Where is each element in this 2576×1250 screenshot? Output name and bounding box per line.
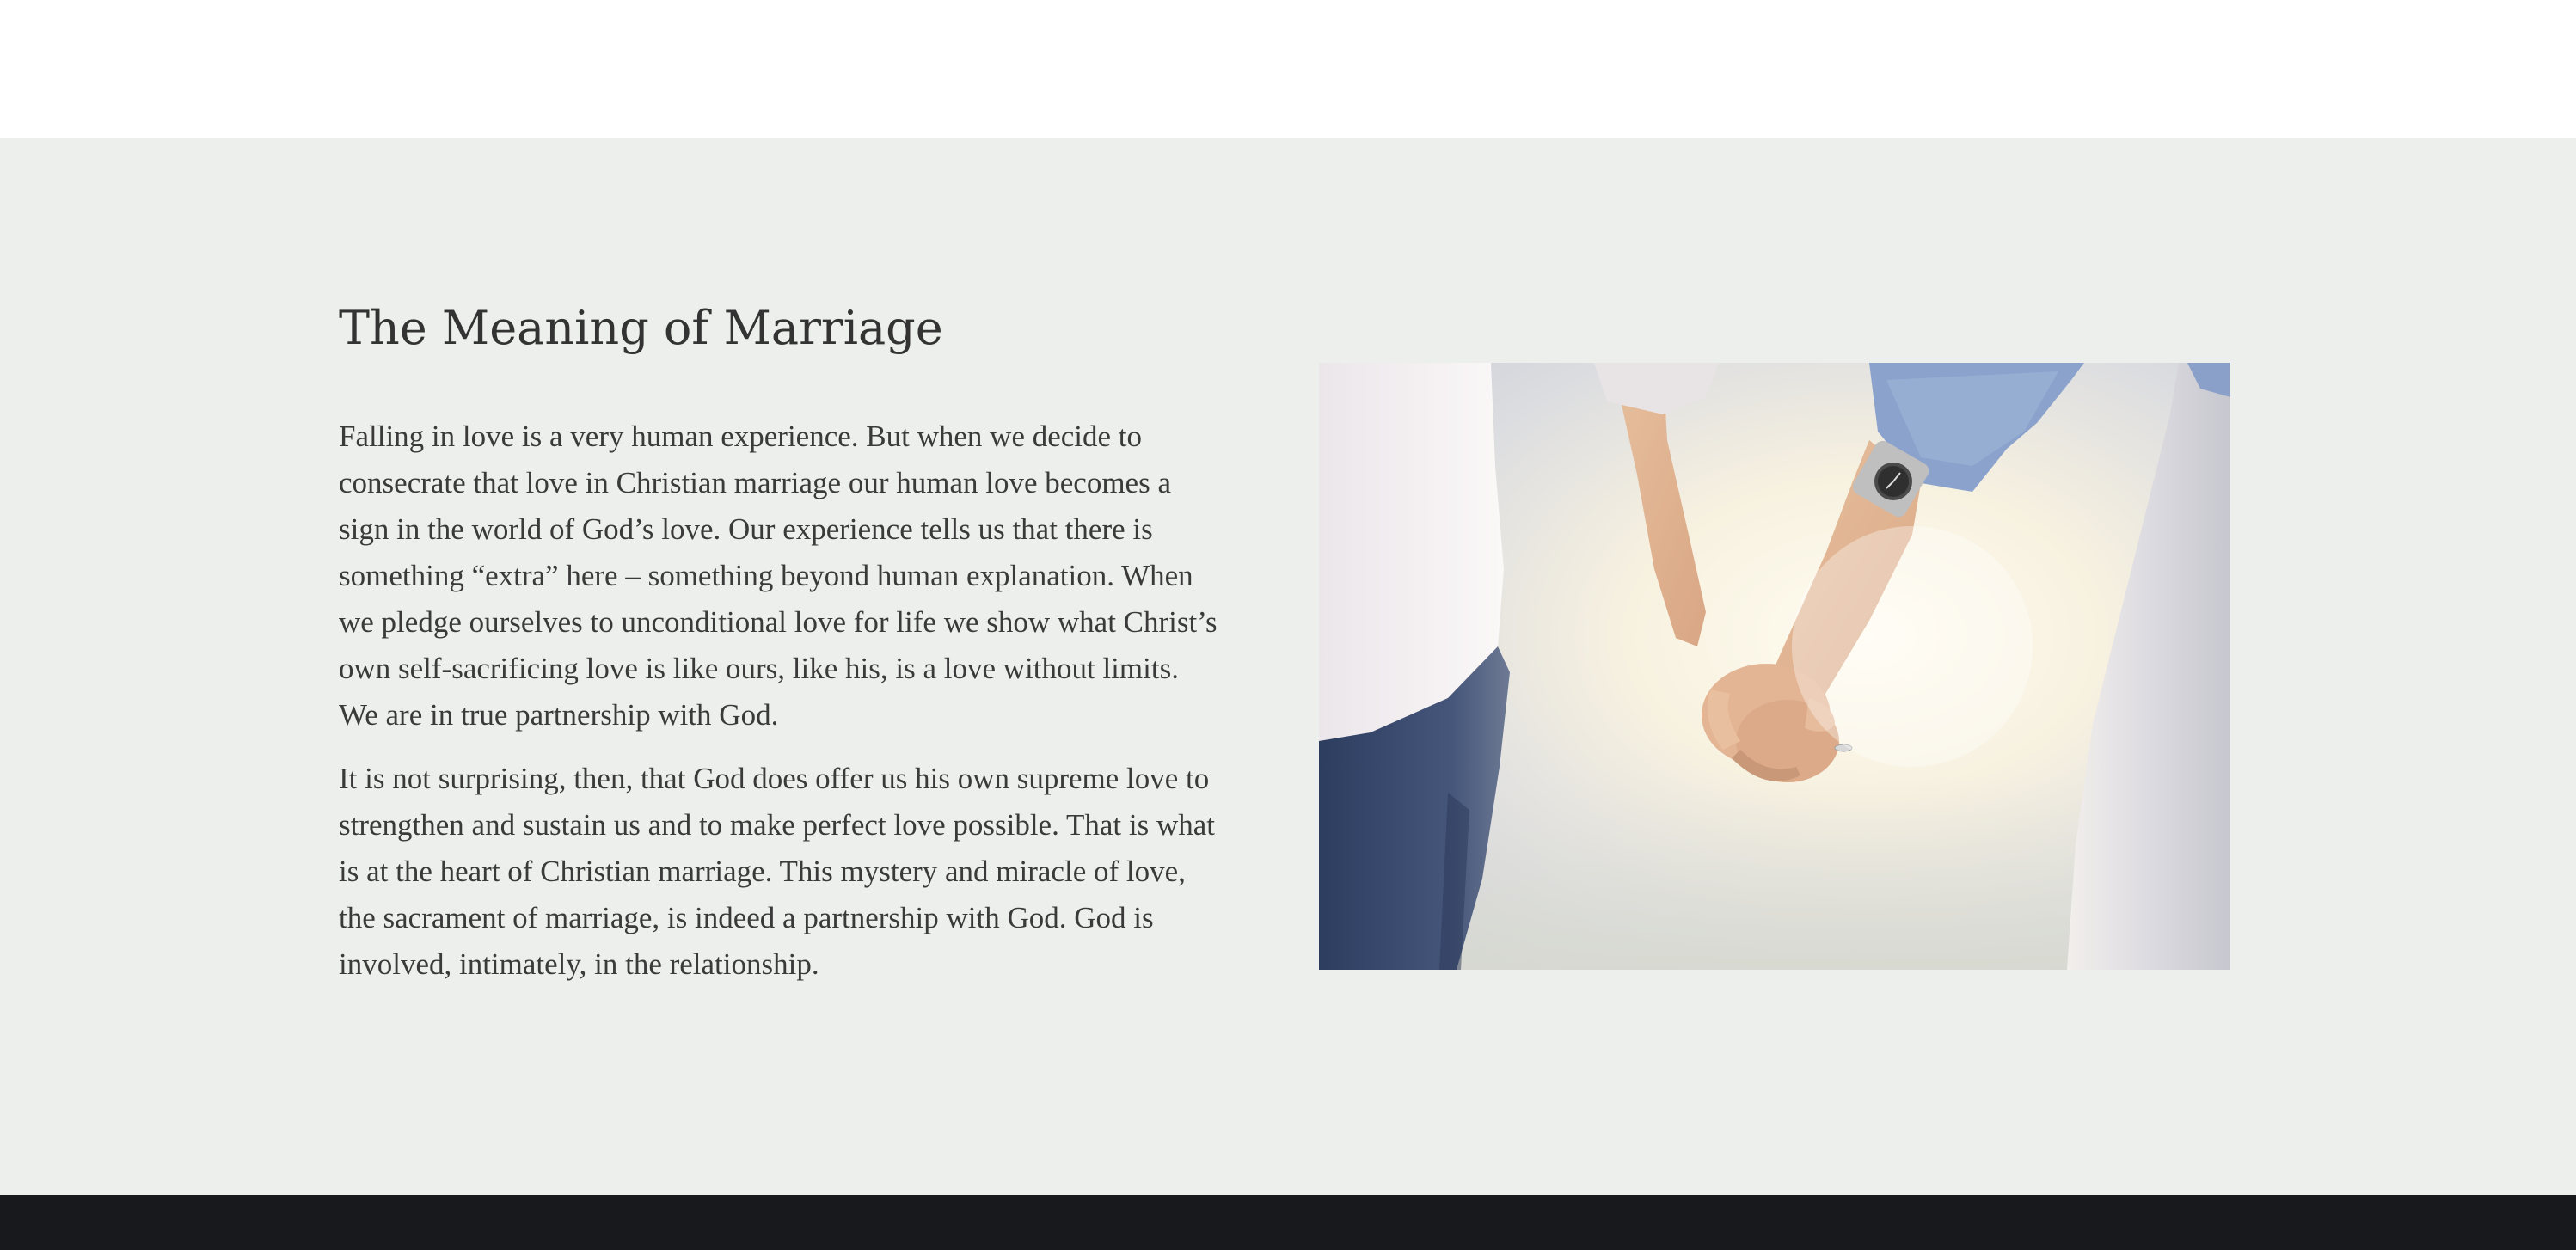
site-footer — [0, 1195, 2576, 1250]
paragraph-2: It is not surprising, then, that God doe… — [339, 761, 1215, 981]
marriage-section: The Meaning of Marriage Falling in love … — [0, 138, 2576, 1195]
paragraph-1: Falling in love is a very human experien… — [339, 419, 1217, 732]
text-column: The Meaning of Marriage Falling in love … — [339, 301, 1259, 988]
section-heading: The Meaning of Marriage — [339, 301, 943, 355]
site-header — [0, 0, 2576, 138]
holding-hands-photo — [1319, 363, 2230, 970]
